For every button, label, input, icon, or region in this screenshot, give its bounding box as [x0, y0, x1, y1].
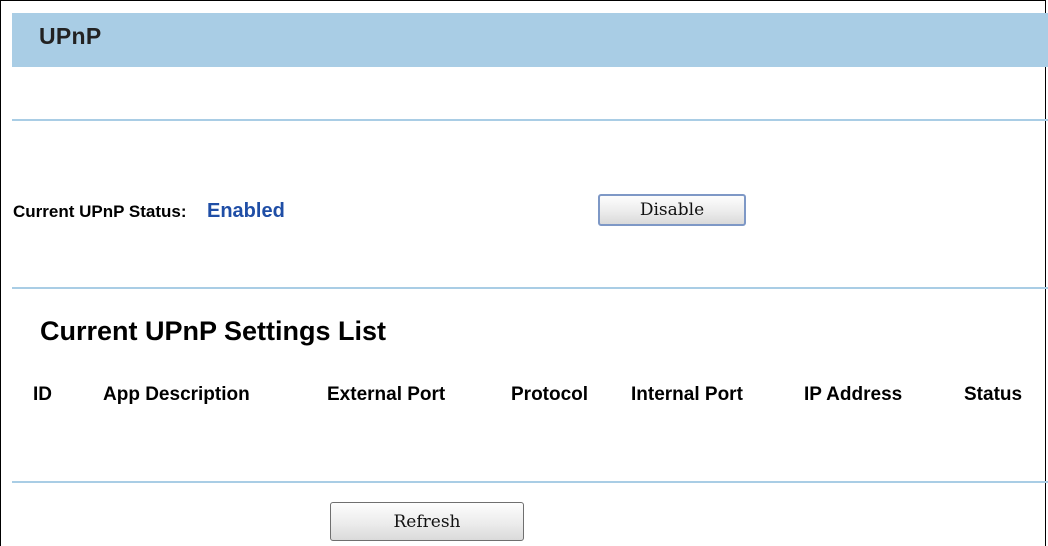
- title-bar: UPnP: [12, 13, 1048, 67]
- column-header-app-description: App Description: [103, 384, 250, 405]
- page-frame: [0, 0, 1046, 546]
- upnp-status-value: Enabled: [207, 200, 285, 222]
- refresh-button[interactable]: Refresh: [330, 502, 524, 541]
- column-header-internal-port: Internal Port: [631, 384, 743, 405]
- page-title: UPnP: [39, 23, 102, 49]
- column-header-protocol: Protocol: [511, 384, 589, 405]
- column-header-status: Status: [964, 384, 1023, 405]
- column-header-ip-address: IP Address: [804, 384, 903, 405]
- divider-middle: [12, 287, 1048, 289]
- upnp-status-label: Current UPnP Status:: [13, 202, 187, 221]
- disable-button[interactable]: Disable: [598, 194, 746, 226]
- column-header-external-port: External Port: [327, 384, 446, 405]
- column-header-id: ID: [33, 384, 52, 405]
- divider-bottom: [12, 481, 1048, 483]
- settings-list-title: Current UPnP Settings List: [40, 316, 387, 346]
- divider-top: [12, 119, 1048, 121]
